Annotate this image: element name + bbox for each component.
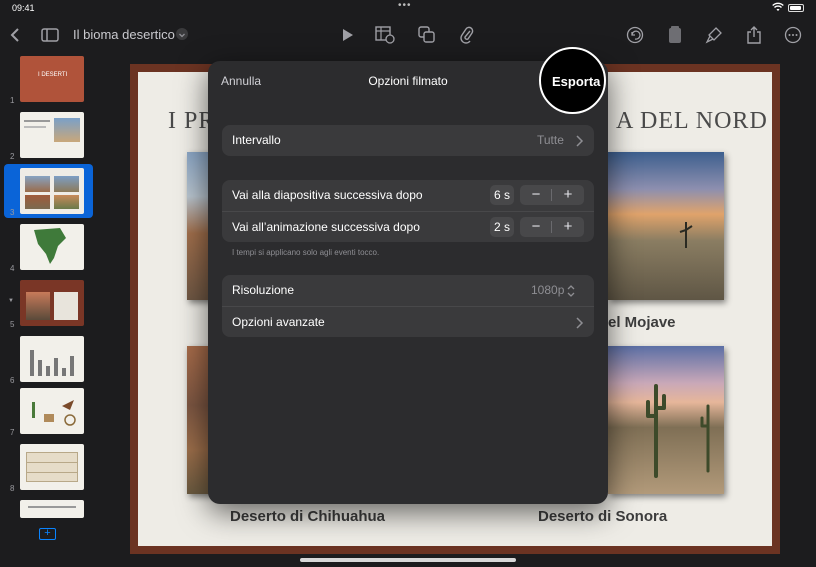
chevron-right-icon bbox=[576, 135, 584, 147]
more-icon[interactable] bbox=[782, 24, 804, 46]
battery-icon bbox=[788, 4, 804, 12]
next-slide-stepper: − + bbox=[520, 185, 584, 205]
slide-title-right: A DEL NORD bbox=[616, 108, 768, 134]
slide-thumbnail-7[interactable] bbox=[20, 388, 84, 434]
slide-thumbnail-9[interactable] bbox=[20, 500, 84, 518]
slide-number: 4 bbox=[10, 264, 15, 273]
next-animation-value: 2 s bbox=[490, 217, 514, 237]
resolution-value: 1080p bbox=[531, 283, 565, 297]
wifi-icon bbox=[772, 2, 784, 11]
document-title[interactable]: Il bioma desertico bbox=[73, 27, 175, 42]
status-time: 09:41 bbox=[12, 3, 35, 13]
slide-thumbnail-1[interactable]: I DESERTI bbox=[20, 56, 84, 102]
home-indicator[interactable] bbox=[300, 558, 516, 562]
slide-thumbnail-8[interactable] bbox=[20, 444, 84, 490]
photo-mojave[interactable] bbox=[608, 152, 724, 300]
photo-sonora[interactable] bbox=[608, 346, 724, 494]
timing-group: Vai alla diapositiva successiva dopo 6 s… bbox=[222, 180, 594, 242]
next-animation-label: Vai all’animazione successiva dopo bbox=[232, 220, 420, 234]
play-icon[interactable] bbox=[337, 24, 359, 46]
increment-button[interactable]: + bbox=[552, 185, 584, 205]
slide-number: 8 bbox=[10, 484, 15, 493]
shapes-icon[interactable] bbox=[416, 24, 438, 46]
add-slide-button[interactable]: + bbox=[39, 528, 56, 540]
slide-number: 1 bbox=[10, 96, 15, 105]
multitasking-dots-icon[interactable]: ••• bbox=[398, 0, 412, 11]
slide-number: 7 bbox=[10, 428, 15, 437]
slide-number: 6 bbox=[10, 376, 15, 385]
slide-number: 2 bbox=[10, 152, 15, 161]
slide-1-title: I DESERTI bbox=[38, 72, 68, 78]
output-group: Risoluzione 1080p Opzioni avanzate bbox=[222, 275, 594, 337]
slide-thumbnail-3[interactable] bbox=[20, 168, 84, 214]
sidebar-icon[interactable] bbox=[39, 24, 61, 46]
next-animation-stepper: − + bbox=[520, 217, 584, 237]
increment-button[interactable]: + bbox=[552, 217, 584, 237]
slide-thumbnail-6[interactable] bbox=[20, 336, 84, 382]
interval-value: Tutte bbox=[537, 133, 564, 147]
next-slide-value: 6 s bbox=[490, 185, 514, 205]
toolbar: Il bioma desertico bbox=[0, 18, 816, 50]
advanced-options-row[interactable]: Opzioni avanzate bbox=[222, 306, 594, 337]
timing-footnote: I tempi si applicano solo agli eventi to… bbox=[232, 248, 380, 257]
advanced-options-label: Opzioni avanzate bbox=[232, 315, 325, 329]
interval-label: Intervallo bbox=[232, 133, 281, 147]
group-collapse-icon[interactable]: ▼ bbox=[8, 298, 14, 304]
slide-thumbnail-5[interactable] bbox=[20, 280, 84, 326]
slide-number: 5 bbox=[10, 320, 15, 329]
undo-icon[interactable] bbox=[624, 24, 646, 46]
decrement-button[interactable]: − bbox=[520, 217, 552, 237]
next-animation-row: Vai all’animazione successiva dopo 2 s −… bbox=[222, 211, 594, 242]
resolution-label: Risoluzione bbox=[232, 283, 295, 297]
decrement-button[interactable]: − bbox=[520, 185, 552, 205]
keynote-screen: 09:41 ••• Il bioma desertico I DESERTI 1… bbox=[0, 0, 816, 567]
movie-options-dialog: Annulla Opzioni filmato Esporta Interval… bbox=[208, 47, 608, 504]
next-slide-row: Vai alla diapositiva successiva dopo 6 s… bbox=[222, 180, 594, 211]
back-chevron-icon[interactable] bbox=[4, 24, 26, 46]
resolution-row[interactable]: Risoluzione 1080p bbox=[222, 275, 594, 306]
title-menu-chevron-icon[interactable] bbox=[176, 28, 188, 40]
table-icon[interactable] bbox=[374, 24, 396, 46]
status-bar: 09:41 ••• bbox=[0, 0, 816, 16]
share-icon[interactable] bbox=[743, 24, 765, 46]
next-slide-label: Vai alla diapositiva successiva dopo bbox=[232, 188, 423, 202]
attachment-icon[interactable] bbox=[456, 24, 478, 46]
chevron-right-icon bbox=[576, 317, 584, 329]
export-button[interactable]: Esporta bbox=[552, 74, 600, 89]
slide-thumbnail-4[interactable] bbox=[20, 224, 84, 270]
interval-row[interactable]: Intervallo Tutte bbox=[222, 125, 594, 156]
caption-chihuahua: Deserto di Chihuahua bbox=[230, 508, 386, 525]
slide-navigator: I DESERTI 1 2 3 4 ▼ 5 6 7 8 + bbox=[0, 50, 100, 567]
slide-number: 3 bbox=[10, 208, 15, 217]
document-icon[interactable] bbox=[664, 24, 686, 46]
up-down-chevron-icon bbox=[567, 285, 575, 297]
slide-thumbnail-2[interactable] bbox=[20, 112, 84, 158]
caption-sonora: Deserto di Sonora bbox=[538, 508, 668, 525]
brush-icon[interactable] bbox=[703, 24, 725, 46]
caption-mojave: el Mojave bbox=[608, 314, 676, 331]
interval-group: Intervallo Tutte bbox=[222, 125, 594, 156]
